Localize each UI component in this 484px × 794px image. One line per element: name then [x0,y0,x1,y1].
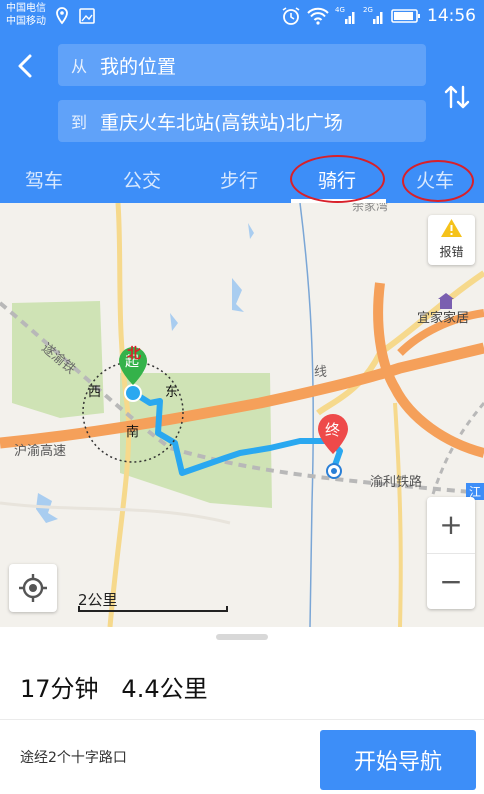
carrier-1: 中国电信 [6,3,46,14]
back-button[interactable] [10,50,42,82]
end-marker-label: 终 [325,421,341,439]
swap-button[interactable] [440,80,474,114]
water-4 [248,223,254,239]
divider [0,719,484,720]
compass-west: 西 [88,385,102,400]
report-error-button[interactable]: 报错 [428,215,475,265]
crosshair-icon [19,574,47,602]
back-arrow-icon [18,54,32,78]
map-canvas [0,203,484,627]
green-area-center [120,373,272,508]
start-navigation-button[interactable]: 开始导航 [320,730,476,790]
tab-bus[interactable]: 公交 [123,166,161,193]
origin-value: 我的位置 [100,55,177,78]
origin-field[interactable]: 从 我的位置 [58,44,426,86]
destination-field[interactable]: 到 重庆火车北站(高铁站)北广场 [58,100,426,142]
report-error-label: 报错 [439,245,464,259]
drag-handle[interactable] [216,634,268,640]
tab-drive[interactable]: 驾车 [25,166,63,193]
scale-bar [78,606,228,612]
destination-value: 重庆火车北站(高铁站)北广场 [100,111,343,134]
poi-yijiajiaju: 宜家家居 [417,311,470,326]
battery-icon [391,9,420,23]
header: 中国电信 中国移动 4G 2G 14:56 从 我的位置 到 重庆火车北站(高铁… [0,0,484,203]
tab-walk[interactable]: 步行 [220,166,258,193]
zoom-in-button[interactable]: + [427,497,475,553]
current-location-dot [124,384,142,402]
place-label-top: 余家湾 [352,203,389,213]
water-1 [232,278,244,312]
annotation-circle-bike [290,155,385,203]
compass-north: 北 [127,346,141,362]
destination-prefix: 到 [70,113,87,132]
road-label-huyu: 沪渝高速 [14,444,67,459]
signal-2g-icon: 2G [363,6,385,26]
swap-arrows-icon [444,85,470,109]
rail-line [299,203,315,627]
compass-south: 南 [126,425,140,440]
status-bar: 中国电信 中国移动 4G 2G 14:56 [0,0,484,32]
alarm-icon [282,7,300,25]
locate-me-button[interactable] [9,564,57,612]
origin-prefix: 从 [70,57,87,76]
map-view[interactable]: 起 终 北 南 东 西 宜家家居 沪渝高速 渝利铁路 遂渝铁 线 余家湾 江 [0,203,484,627]
route-via-info: 途经2个十字路口 [20,750,127,766]
rail-label-xian: 线 [314,365,328,380]
water-2 [170,313,178,331]
route-summary-sheet: 17分钟 4.4公里 途经2个十字路口 开始导航 [0,627,484,794]
road-south-east [393,402,403,627]
route-summary: 17分钟 4.4公里 [20,675,208,703]
wifi-icon [307,7,329,25]
status-right: 4G 2G 14:56 [281,5,476,27]
rail-label-yuli: 渝利铁路 [370,475,423,490]
location-status-icon [56,7,95,25]
carrier-info: 中国电信 中国移动 [6,2,46,28]
end-marker: 终 [317,413,349,455]
signal-4g-icon: 4G [335,6,357,26]
carrier-2: 中国移动 [6,16,46,27]
clock: 14:56 [427,6,476,26]
warning-icon [441,219,462,237]
road-minor [0,501,231,525]
annotation-circle-train [402,160,474,202]
compass-east: 东 [165,385,179,400]
status-left-icons [56,6,100,30]
zoom-out-button[interactable]: − [427,553,475,609]
zoom-controls: + − [427,497,475,609]
